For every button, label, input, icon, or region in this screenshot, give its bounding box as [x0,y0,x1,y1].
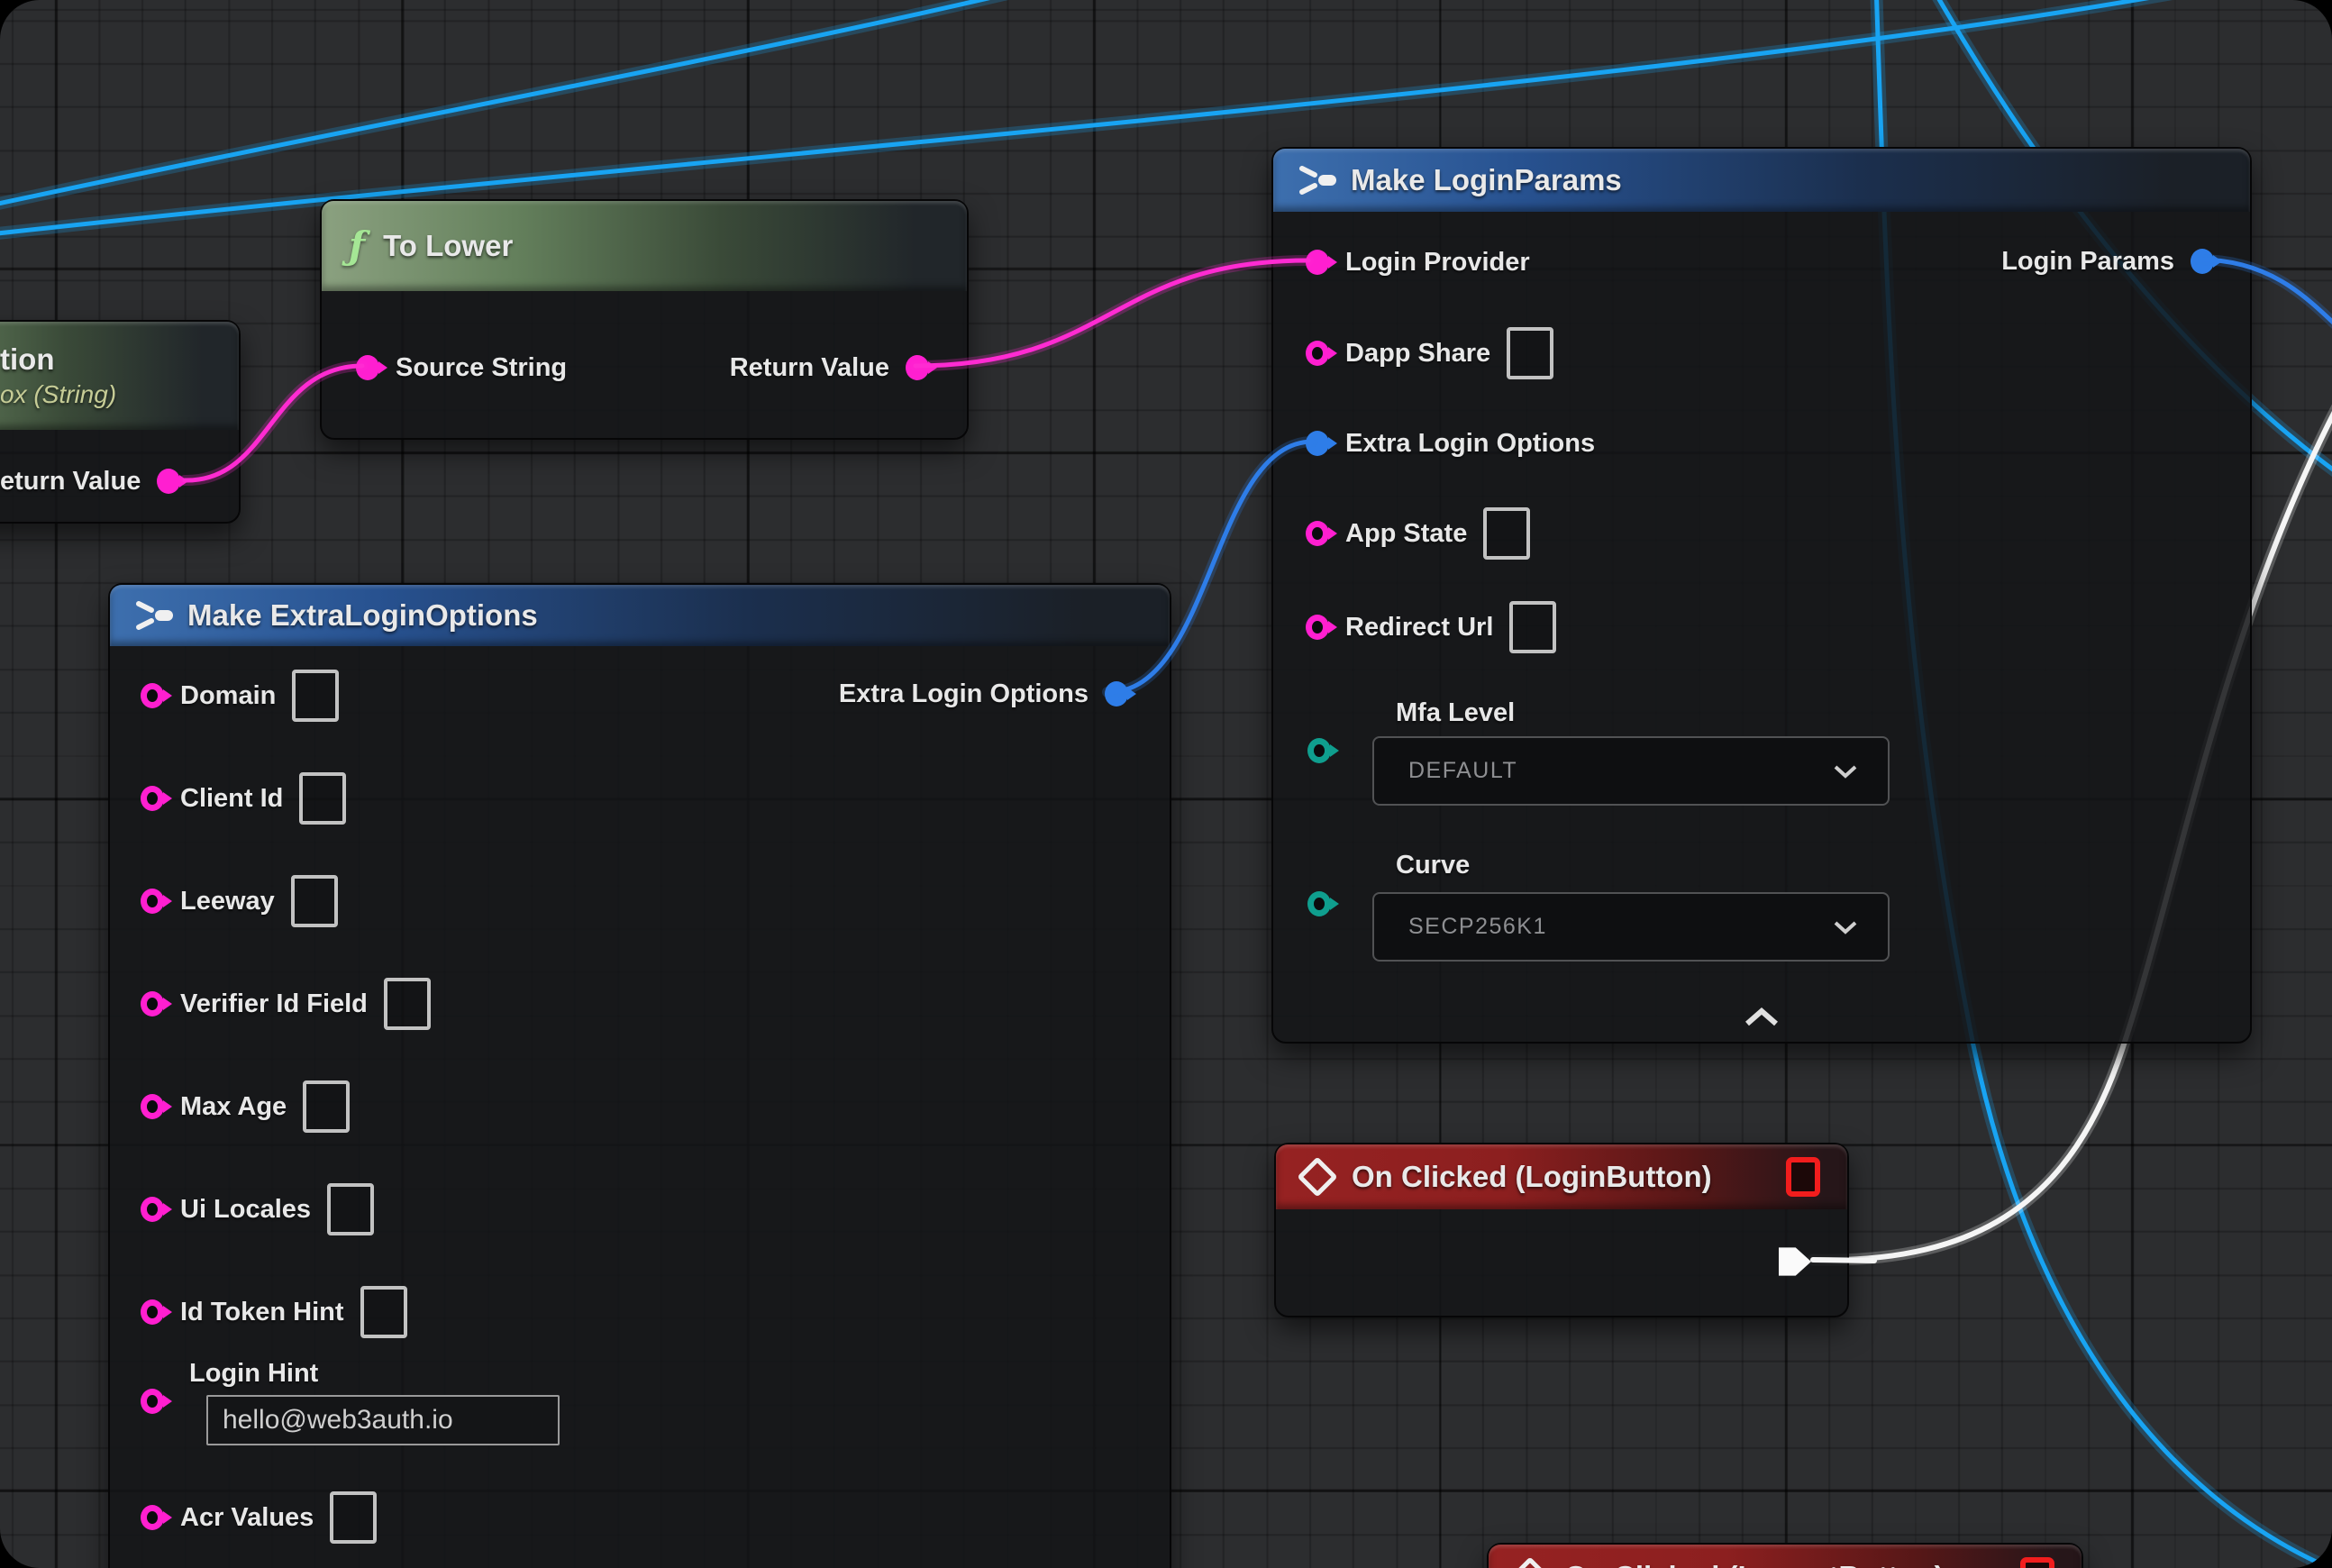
pin-extra-login-options-input[interactable] [1306,430,1329,457]
node-title: To Lower [383,229,513,263]
curve-dropdown[interactable]: SECP256K1 [1372,892,1890,962]
ui-locales-checkbox[interactable] [327,1183,374,1235]
acr-values-checkbox[interactable] [330,1491,377,1544]
pin-row-dapp-share: Dapp Share [1306,331,1553,376]
event-binding-icon [2020,1557,2054,1568]
verifier-id-field-checkbox[interactable] [384,978,431,1030]
pin-label-return-value: eturn Value [0,467,141,497]
id-token-hint-checkbox[interactable] [360,1286,407,1338]
mfa-level-label: Mfa Level [1396,698,1515,728]
mfa-level-dropdown[interactable]: DEFAULT [1372,736,1890,806]
pin-login-hint-input[interactable] [141,1388,164,1415]
pin-row-client-id: Client Id [141,776,346,821]
pin-dapp-share-input[interactable] [1306,340,1329,367]
pin-label-return-value: Return Value [730,353,889,383]
client-id-checkbox[interactable] [299,772,346,825]
function-icon: ƒ [349,227,365,265]
pin-redirect-url-input[interactable] [1306,614,1329,641]
pin-leeway-input[interactable] [141,888,164,915]
event-icon [1297,1156,1337,1197]
pin-row-app-state: App State [1306,511,1530,556]
pin-acr-values-input[interactable] [141,1504,164,1531]
pin-row-redirect-url: Redirect Url [1306,605,1556,650]
pin-row-id-token-hint: Id Token Hint [141,1290,407,1335]
event-icon [1509,1556,1550,1568]
pin-row-extra-login-options-out: Extra Login Options [839,671,1128,716]
node-title: On Clicked (LogoutButton) [1564,1560,1945,1568]
collapse-node-chevron[interactable] [1744,1007,1780,1028]
pin-return-value-output[interactable] [906,354,929,381]
pin-row-leeway: Leeway [141,879,338,924]
make-struct-icon [133,597,173,634]
pin-row-max-age: Max Age [141,1084,350,1129]
dapp-share-checkbox[interactable] [1507,327,1553,379]
node-make-extra-login-options[interactable]: Make ExtraLoginOptions Domain Extra Logi… [108,583,1171,1568]
login-hint-label: Login Hint [189,1359,318,1389]
app-state-checkbox[interactable] [1483,507,1530,560]
pin-login-params-output[interactable] [2191,248,2214,275]
node-make-login-params[interactable]: Make LoginParams Login Provider Login Pa… [1271,147,2252,1044]
pin-max-age-input[interactable] [141,1093,164,1120]
pin-row-domain: Domain [141,673,339,718]
pin-source-string-input[interactable] [356,354,379,381]
chevron-down-icon [1834,764,1857,779]
pin-row-login-params-out: Login Params [2001,239,2214,284]
pin-row-acr-values: Acr Values [141,1495,377,1540]
pin-extra-login-options-output[interactable] [1105,680,1128,707]
pin-curve-input[interactable] [1307,890,1331,917]
make-struct-icon [1297,162,1336,198]
pin-label-source-string: Source String [396,353,567,383]
node-on-clicked-logout-button[interactable]: On Clicked (LogoutButton) [1487,1543,2083,1568]
pin-return-value-output[interactable] [157,468,180,495]
pin-verifier-id-field-input[interactable] [141,990,164,1017]
node-on-clicked-login-button[interactable]: On Clicked (LoginButton) [1274,1143,1849,1317]
curve-label: Curve [1396,851,1470,880]
pin-login-provider-input[interactable] [1306,249,1329,276]
pin-client-id-input[interactable] [141,785,164,812]
max-age-checkbox[interactable] [303,1080,350,1133]
pin-ui-locales-input[interactable] [141,1196,164,1223]
event-binding-icon [1786,1157,1820,1197]
leeway-checkbox[interactable] [291,875,338,927]
pin-app-state-input[interactable] [1306,520,1329,547]
pin-row-extra-login-options: Extra Login Options [1306,421,1595,466]
blueprint-graph-canvas[interactable]: tion ox (String) eturn Value ƒ To Lower … [0,0,2332,1568]
node-title-fragment: tion [0,342,54,377]
pin-exec-output[interactable] [1779,1246,1811,1277]
pin-row-verifier-id-field: Verifier Id Field [141,981,431,1026]
pin-id-token-hint-input[interactable] [141,1299,164,1326]
node-title: Make LoginParams [1351,163,1622,197]
domain-checkbox[interactable] [292,670,339,722]
login-hint-input-field[interactable] [206,1395,560,1445]
pin-row-login-provider: Login Provider [1306,240,1530,285]
node-to-lower[interactable]: ƒ To Lower Source String Return Value [320,199,969,440]
wire-blue-diagonal-1[interactable] [0,0,1050,209]
node-subtitle-fragment: ox (String) [0,380,116,409]
chevron-down-icon [1834,920,1857,934]
wire-tolower-to-login-provider[interactable] [915,260,1308,366]
pin-mfa-level-input[interactable] [1307,737,1331,764]
redirect-url-checkbox[interactable] [1509,601,1556,653]
pin-domain-input[interactable] [141,682,164,709]
pin-row-ui-locales: Ui Locales [141,1187,374,1232]
node-title: Make ExtraLoginOptions [187,598,538,633]
node-title: On Clicked (LoginButton) [1352,1160,1712,1194]
node-partial-function[interactable]: tion ox (String) eturn Value [0,320,241,524]
